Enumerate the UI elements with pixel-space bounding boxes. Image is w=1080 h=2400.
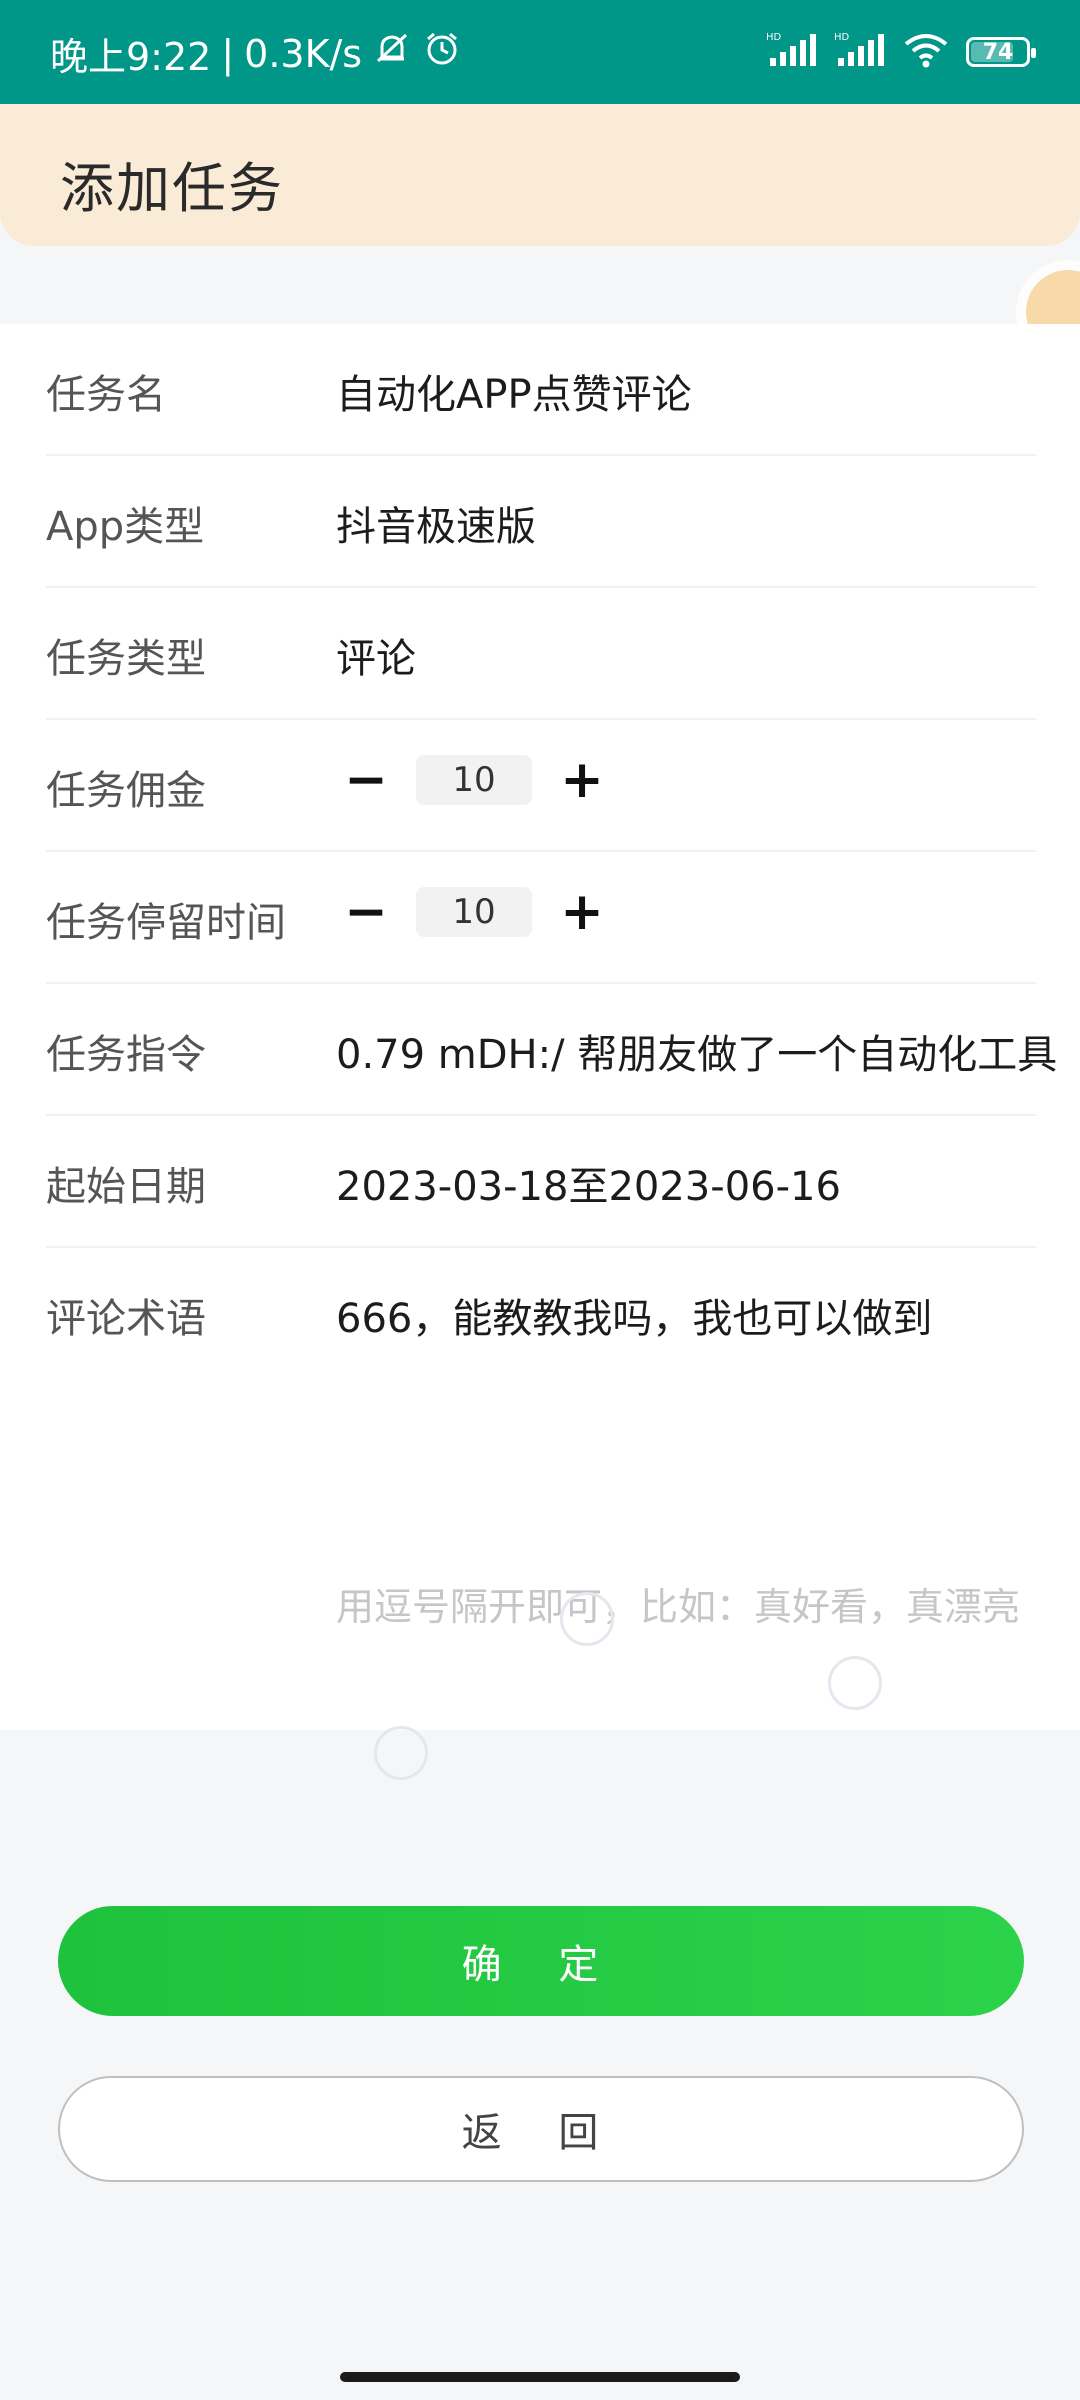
commission-plus-button[interactable]: + [552, 750, 612, 810]
row-task-name: 任务名 自动化APP点赞评论 [46, 324, 1036, 456]
label-commission: 任务佣金 [46, 768, 206, 814]
status-bar: 晚上9:22 | 0.3K/s HD HD 74 [0, 0, 1080, 104]
comment-textarea[interactable]: 666，能教教我吗，我也可以做到 [336, 1286, 1080, 1344]
label-stay-time: 任务停留时间 [46, 900, 286, 946]
status-right: HD HD 74 [766, 30, 1036, 74]
page-title: 添加任务 [60, 157, 284, 220]
label-task-name: 任务名 [46, 372, 166, 418]
stay-time-plus-button[interactable]: + [552, 882, 612, 942]
row-instruction: 任务指令 0.79 mDH:/ 帮朋友做了一个自动化工具 [46, 984, 1057, 1116]
row-stay-time: 任务停留时间 − 10 + [46, 852, 1036, 984]
back-button[interactable]: 返 回 [58, 2076, 1024, 2182]
select-task-type[interactable]: 评论 [336, 626, 1080, 684]
row-app-type: App类型 抖音极速版 [46, 456, 1036, 588]
touch-ripple [828, 1656, 882, 1710]
input-task-name[interactable]: 自动化APP点赞评论 [336, 362, 1080, 420]
label-comment: 评论术语 [46, 1296, 206, 1342]
touch-ripple [374, 1726, 428, 1780]
select-app-type[interactable]: 抖音极速版 [336, 494, 1080, 552]
commission-stepper: − 10 + [336, 750, 612, 810]
label-app-type: App类型 [46, 504, 205, 550]
row-commission: 任务佣金 − 10 + [46, 720, 1036, 852]
label-task-type: 任务类型 [46, 636, 206, 682]
home-indicator[interactable] [340, 2372, 740, 2382]
row-comment: 评论术语 666，能教教我吗，我也可以做到 [46, 1248, 1036, 1708]
clock: 晚上9:22 [50, 35, 212, 79]
label-instruction: 任务指令 [46, 1032, 206, 1078]
commission-minus-button[interactable]: − [336, 750, 396, 810]
network-speed: 0.3K/s [244, 31, 363, 76]
mute-bell-icon [372, 29, 412, 78]
svg-text:HD: HD [766, 32, 782, 43]
signal-hd-icon: HD [766, 30, 818, 74]
stay-time-stepper: − 10 + [336, 882, 612, 942]
status-left: 晚上9:22 | 0.3K/s [50, 26, 462, 81]
input-instruction[interactable]: 0.79 mDH:/ 帮朋友做了一个自动化工具 [336, 1022, 1080, 1080]
alarm-icon [422, 29, 462, 78]
date-range-picker[interactable]: 2023-03-18至2023-06-16 [336, 1154, 1080, 1212]
page-header: 添加任务 [0, 104, 1080, 246]
separator: | [221, 31, 235, 76]
stay-time-minus-button[interactable]: − [336, 882, 396, 942]
touch-ripple [560, 1592, 614, 1646]
stay-time-input[interactable]: 10 [416, 887, 532, 937]
wifi-icon [902, 30, 950, 74]
row-task-type: 任务类型 评论 [46, 588, 1036, 720]
battery-icon: 74 [966, 37, 1036, 67]
row-date-range: 起始日期 2023-03-18至2023-06-16 [46, 1116, 1036, 1248]
label-date-range: 起始日期 [46, 1164, 206, 1210]
commission-input[interactable]: 10 [416, 755, 532, 805]
confirm-button[interactable]: 确 定 [58, 1906, 1024, 2016]
comment-placeholder: 用逗号隔开即可，比如：真好看，真漂亮 [336, 1585, 1021, 1629]
battery-level: 74 [982, 39, 1014, 65]
svg-text:HD: HD [834, 32, 850, 43]
task-form: 任务名 自动化APP点赞评论 App类型 抖音极速版 任务类型 评论 任务佣金 … [0, 324, 1080, 1730]
signal-hd-icon-2: HD [834, 30, 886, 74]
